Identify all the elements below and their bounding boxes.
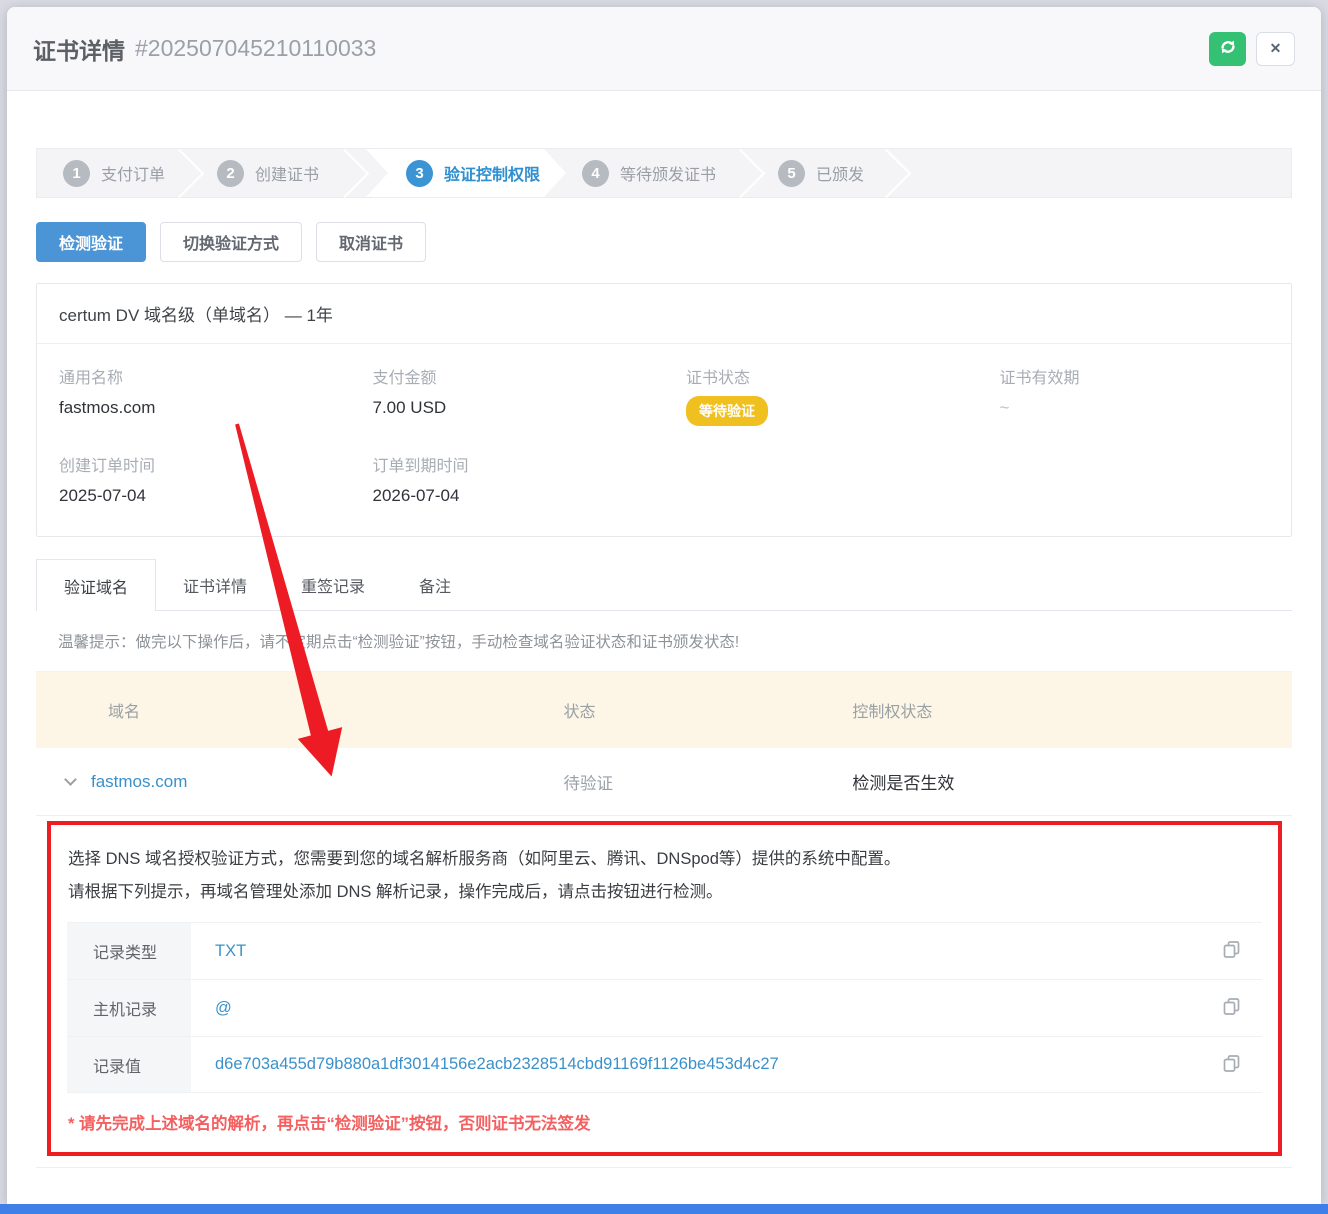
step-issued: 5 已颁发 [762,149,908,197]
dns-description: 选择 DNS 域名授权验证方式，您需要到您的域名解析服务商（如阿里云、腾讯、DN… [51,843,1278,909]
field-value: fastmos.com [59,398,329,418]
domain-cell: fastmos.com [36,772,564,792]
progress-steps: 1 支付订单 2 创建证书 3 验证控制权限 4 等待颁发证书 5 已颁发 [36,148,1292,198]
tab-cert-detail[interactable]: 证书详情 [156,559,274,610]
field-expire-time: 订单到期时间 2026-07-04 [351,452,665,506]
step-label: 等待颁发证书 [620,161,716,185]
field-value: 2025-07-04 [59,486,329,506]
close-button[interactable]: ✕ [1256,32,1295,66]
tip-text: 温馨提示：做完以下操作后，请不定期点击“检测验证”按钮，手动检查域名验证状态和证… [36,611,1292,672]
certificate-card: certum DV 域名级（单域名） — 1年 通用名称 fastmos.com… [36,283,1292,537]
field-value: ~ [1000,398,1270,418]
toolbar: 检测验证 切换验证方式 取消证书 [36,222,1292,262]
header-actions: ✕ [1209,32,1295,66]
field-validity: 证书有效期 ~ [978,364,1292,426]
dns-verify-panel: 选择 DNS 域名授权验证方式，您需要到您的域名解析服务商（如阿里云、腾讯、DN… [47,821,1282,1156]
step-label: 已颁发 [816,161,864,185]
page-title: 证书详情 [33,32,125,66]
step-verify-control: 3 验证控制权限 [366,149,566,197]
refresh-icon [1218,37,1238,60]
step-pay-order: 1 支付订单 [37,149,201,197]
copy-icon [1221,996,1242,1020]
field-common-name: 通用名称 fastmos.com [37,364,351,426]
record-value: d6e703a455d79b880a1df3014156e2acb2328514… [191,1037,1200,1092]
domain-table-header: 域名 状态 控制权状态 [36,672,1292,748]
dns-warning-text: * 请先完成上述域名的解析，再点击“检测验证”按钮，否则证书无法签发 [68,1110,1278,1134]
domain-link[interactable]: fastmos.com [91,772,187,792]
column-domain: 域名 [36,698,564,722]
field-label: 证书状态 [686,364,956,388]
dns-record-table: 记录类型 TXT 主机记录 @ [67,922,1262,1093]
step-wait-issue: 4 等待颁发证书 [566,149,762,197]
step-number: 5 [778,160,805,187]
step-number: 4 [582,160,609,187]
product-title: certum DV 域名级（单域名） — 1年 [37,284,1291,344]
field-value: 2026-07-04 [373,486,643,506]
domain-status: 待验证 [564,770,853,794]
bottom-blue-bar [0,1204,1328,1214]
modal-header: 证书详情 #202507045210110033 ✕ [7,7,1321,91]
copy-record-type-button[interactable] [1200,923,1262,979]
certificate-fields: 通用名称 fastmos.com 支付金额 7.00 USD 证书状态 等待验证… [37,344,1291,536]
step-label: 创建证书 [255,161,319,185]
tab-reissue-records[interactable]: 重签记录 [274,559,392,610]
tab-verify-domain[interactable]: 验证域名 [36,559,156,611]
tab-content-divider [36,1156,1292,1168]
order-id: #202507045210110033 [135,35,376,62]
field-amount: 支付金额 7.00 USD [351,364,665,426]
step-number: 2 [217,160,244,187]
copy-icon [1221,1053,1242,1077]
field-value: 7.00 USD [373,398,643,418]
field-label: 创建订单时间 [59,452,329,476]
field-label: 通用名称 [59,364,329,388]
detail-tabs: 验证域名 证书详情 重签记录 备注 [36,559,1292,611]
copy-icon [1221,939,1242,963]
copy-record-value-button[interactable] [1200,1037,1262,1092]
cancel-cert-button[interactable]: 取消证书 [316,222,426,262]
record-value: @ [191,980,1200,1036]
record-label: 记录值 [67,1037,191,1092]
status-badge: 等待验证 [686,396,768,426]
switch-verify-method-button[interactable]: 切换验证方式 [160,222,302,262]
record-row-value: 记录值 d6e703a455d79b880a1df3014156e2acb232… [67,1036,1262,1093]
step-label: 验证控制权限 [444,161,540,185]
domain-row: fastmos.com 待验证 检测是否生效 [36,748,1292,816]
record-row-host: 主机记录 @ [67,979,1262,1036]
field-label: 支付金额 [373,364,643,388]
step-label: 支付订单 [101,161,165,185]
field-label: 订单到期时间 [373,452,643,476]
field-cert-status: 证书状态 等待验证 [664,364,978,426]
record-value: TXT [191,923,1200,979]
dns-desc-line2: 请根据下列提示，再域名管理处添加 DNS 解析记录，操作完成后，请点击按钮进行检… [68,876,1258,909]
field-created-time: 创建订单时间 2025-07-04 [37,452,351,506]
control-status-action[interactable]: 检测是否生效 [852,769,1292,794]
column-control-status: 控制权状态 [852,698,1292,722]
record-label: 主机记录 [67,980,191,1036]
step-create-cert: 2 创建证书 [201,149,366,197]
tab-remarks[interactable]: 备注 [392,559,478,610]
check-verify-button[interactable]: 检测验证 [36,222,146,262]
record-row-type: 记录类型 TXT [67,922,1262,979]
certificate-detail-modal: 证书详情 #202507045210110033 ✕ 1 [7,7,1321,1204]
step-number: 1 [63,160,90,187]
close-icon: ✕ [1270,40,1282,57]
column-status: 状态 [564,698,853,722]
dns-desc-line1: 选择 DNS 域名授权验证方式，您需要到您的域名解析服务商（如阿里云、腾讯、DN… [68,843,1258,876]
record-label: 记录类型 [67,923,191,979]
chevron-down-icon[interactable] [64,773,77,786]
step-number: 3 [406,160,433,187]
refresh-button[interactable] [1209,32,1246,66]
copy-host-record-button[interactable] [1200,980,1262,1036]
modal-body: 1 支付订单 2 创建证书 3 验证控制权限 4 等待颁发证书 5 已颁发 检测… [7,148,1321,1168]
field-label: 证书有效期 [1000,364,1270,388]
